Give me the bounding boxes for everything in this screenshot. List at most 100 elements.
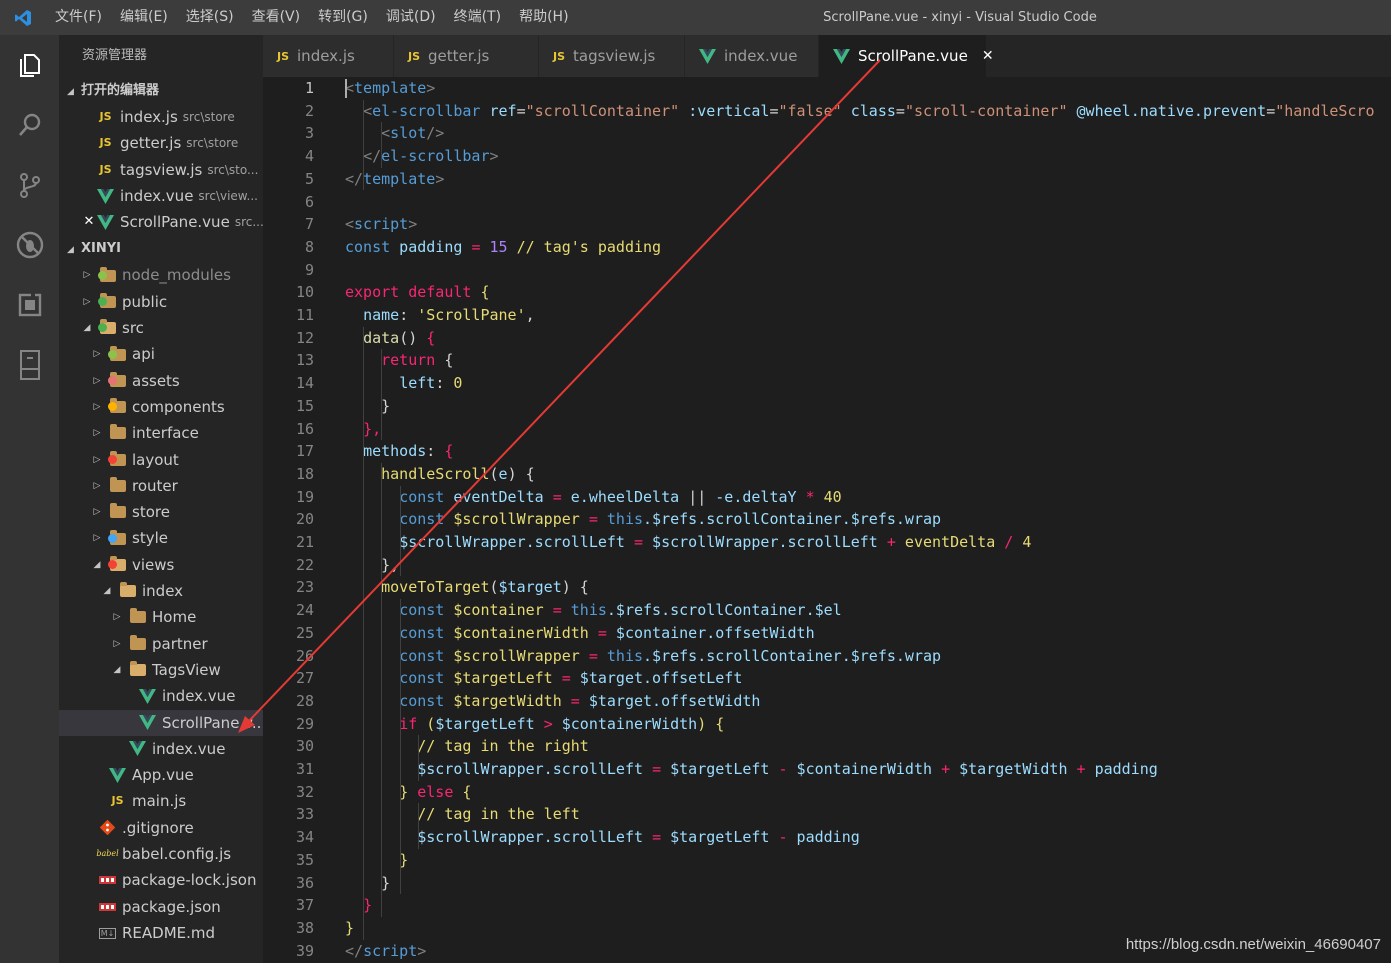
tree-item[interactable]: ◢ TagsView: [59, 657, 263, 683]
code-token: moveToTarget: [381, 578, 490, 597]
menu-item-1[interactable]: 编辑(E): [111, 0, 177, 35]
tree-item[interactable]: ▷ layout: [59, 447, 263, 473]
open-editor-item[interactable]: JS index.js src\store: [59, 104, 263, 130]
open-editor-item[interactable]: JS tagsview.js src\sto...: [59, 157, 263, 183]
folder-shape: [97, 319, 116, 335]
tree-item[interactable]: ▷ partner: [59, 631, 263, 657]
folder-icon: [107, 450, 126, 468]
menu-item-4[interactable]: 转到(G): [309, 0, 377, 35]
line-number: 21: [295, 533, 314, 551]
code-token: ) {: [507, 464, 535, 483]
folder-shape: [129, 661, 146, 677]
code-line: 23 moveToTarget($target) {: [263, 576, 1391, 599]
code-token: =: [652, 760, 662, 778]
chevron-right-icon: ▷: [93, 349, 101, 360]
tree-item[interactable]: M↓ README.md: [59, 920, 263, 946]
open-editor-item[interactable]: ✕ ScrollPane.vue src...: [59, 209, 263, 235]
tree-item[interactable]: ▷ style: [59, 525, 263, 551]
tree-item[interactable]: .gitignore: [59, 815, 263, 841]
code-token: >: [435, 169, 445, 188]
chevron-right-icon: ▷: [93, 401, 101, 412]
tree-item[interactable]: package.json: [59, 894, 263, 920]
code-token: e.wheelDelta: [561, 487, 689, 506]
explorer-icon[interactable]: [0, 35, 59, 95]
open-editor-item[interactable]: JS getter.js src\store: [59, 130, 263, 156]
code-line: 2 <el-scrollbar ref="scrollContainer" :v…: [263, 100, 1391, 123]
tree-item[interactable]: ◢ views: [59, 552, 263, 578]
file-name: main.js: [132, 792, 187, 811]
menu-item-3[interactable]: 查看(V): [243, 0, 310, 35]
tab-scrollpane-vue[interactable]: ScrollPane.vue ✕: [819, 35, 994, 77]
code-line: 15 }: [263, 395, 1391, 418]
open-editor-item[interactable]: index.vue src\view...: [59, 183, 263, 209]
tree-item[interactable]: ◢ index: [59, 578, 263, 604]
folder-icon: [109, 424, 126, 442]
extensions-icon[interactable]: [0, 275, 59, 335]
menu-item-5[interactable]: 调试(D): [377, 0, 445, 35]
tree-item[interactable]: ScrollPane.v...: [59, 709, 263, 736]
code-token: this: [606, 510, 644, 529]
tree-item[interactable]: ▷ public: [59, 289, 263, 315]
tree-item[interactable]: ▷ Home: [59, 604, 263, 630]
search-icon[interactable]: [0, 95, 59, 155]
tree-item[interactable]: ◢ src: [59, 315, 263, 341]
tree-item[interactable]: ▷ api: [59, 341, 263, 367]
open-editors-header[interactable]: ◢ 打开的编辑器: [59, 77, 263, 104]
code-text: }: [345, 395, 390, 418]
tree-item[interactable]: babel babel.config.js: [59, 841, 263, 867]
tab-tagsview-js[interactable]: JS tagsview.js: [539, 35, 685, 77]
line-number: 4: [304, 147, 314, 166]
tree-item[interactable]: index.vue: [59, 683, 263, 709]
tree-item[interactable]: App.vue: [59, 762, 263, 788]
menu-item-2[interactable]: 选择(S): [177, 0, 243, 35]
code-text: const $containerWidth = $container.offse…: [345, 622, 814, 645]
chevron-right-icon: ▷: [83, 296, 91, 307]
code-token: $container: [444, 601, 553, 620]
tree-item[interactable]: ▷ interface: [59, 420, 263, 446]
code-line: 16 },: [263, 418, 1391, 441]
npm-icon: [99, 872, 116, 889]
tree-item[interactable]: ▷ node_modules: [59, 262, 263, 288]
code-token: 'ScrollPane': [417, 306, 526, 324]
activity-bar: [0, 35, 59, 963]
menu-item-7[interactable]: 帮助(H): [510, 0, 577, 35]
code-token: $target.offsetWidth: [579, 691, 761, 710]
tab-getter-js[interactable]: JS getter.js: [394, 35, 539, 77]
code-text: if ($targetLeft > $containerWidth) {: [345, 713, 724, 736]
tree-item[interactable]: index.vue: [59, 736, 263, 762]
code-token: }: [381, 396, 391, 415]
code-editor[interactable]: 1 <template> 2 <el-scrollbar ref="scrollCo…: [263, 77, 1391, 963]
code-token: -e.deltaY: [706, 487, 806, 506]
tree-item[interactable]: ▷ components: [59, 394, 263, 420]
vue-icon: [139, 714, 156, 731]
tab-index-vue[interactable]: index.vue: [685, 35, 819, 77]
tree-item[interactable]: JS main.js: [59, 788, 263, 814]
tree-item[interactable]: ▷ router: [59, 473, 263, 499]
line-number: 8: [304, 237, 314, 256]
close-icon[interactable]: ✕: [81, 209, 97, 235]
code-token: 4: [1022, 533, 1032, 551]
source-control-icon[interactable]: [0, 155, 59, 215]
tree-item[interactable]: ▷ store: [59, 499, 263, 525]
panel-icon[interactable]: [0, 335, 59, 395]
folder-shape: [107, 450, 126, 466]
menu-item-0[interactable]: 文件(F): [46, 0, 111, 35]
folder-icon: [107, 529, 126, 547]
line-number: 16: [295, 419, 314, 438]
close-icon[interactable]: ✕: [982, 48, 994, 64]
tree-item[interactable]: package-lock.json: [59, 867, 263, 893]
code-token: <: [381, 124, 391, 143]
menu-item-6[interactable]: 终端(T): [445, 0, 510, 35]
code-token: // tag in the left: [417, 805, 580, 824]
code-token: padding: [390, 237, 472, 256]
tab-index-js[interactable]: JS index.js: [263, 35, 394, 77]
line-number: 38: [295, 918, 314, 937]
folder-icon: [107, 345, 126, 363]
folder-shape: [109, 477, 126, 492]
open-editors-list: JS index.js src\store JS getter.js src\store J…: [59, 104, 263, 235]
debug-icon[interactable]: [0, 215, 59, 275]
project-header[interactable]: ◢ XINYI: [59, 235, 263, 262]
code-token: $scrollWrapper.scrollLeft: [417, 760, 653, 778]
tree-item[interactable]: ▷ assets: [59, 368, 263, 394]
